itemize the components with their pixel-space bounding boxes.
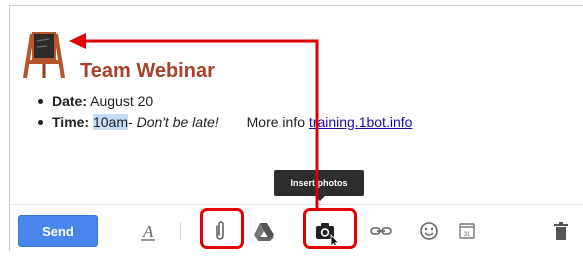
annotation-arrow <box>69 33 319 210</box>
